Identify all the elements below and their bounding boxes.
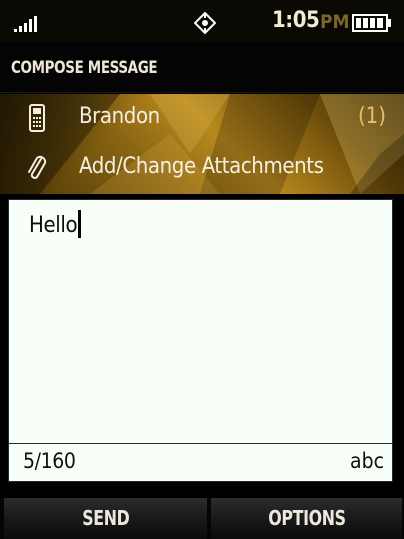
status-bar: 1:05 PM xyxy=(0,0,404,42)
clock-time: 1:05 xyxy=(272,8,320,33)
gps-icon xyxy=(194,12,216,34)
attachments-row[interactable]: Add/Change Attachments xyxy=(0,144,404,190)
recipient-count: (1) xyxy=(357,104,386,129)
send-button[interactable]: SEND xyxy=(4,498,207,539)
battery-icon xyxy=(352,14,391,32)
message-text: Hello xyxy=(29,213,78,238)
text-cursor xyxy=(78,210,82,238)
attachments-label: Add/Change Attachments xyxy=(79,154,324,179)
clock-ampm: PM xyxy=(320,11,350,33)
paperclip-icon xyxy=(28,155,47,179)
title-bar: COMPOSE MESSAGE xyxy=(0,42,404,93)
message-text-container: Hello xyxy=(29,210,82,238)
options-button[interactable]: OPTIONS xyxy=(211,498,402,539)
softkey-bar: SEND OPTIONS xyxy=(0,498,404,539)
send-button-label: SEND xyxy=(81,506,130,530)
page-title: COMPOSE MESSAGE xyxy=(11,58,158,78)
recipient-row[interactable]: Brandon (1) xyxy=(0,94,404,140)
message-header: Brandon (1) Add/Change Attachments xyxy=(0,94,404,194)
message-body-field[interactable]: Hello 5/160 abc xyxy=(8,199,393,482)
signal-icon xyxy=(14,16,37,32)
message-footer: 5/160 abc xyxy=(9,443,392,481)
recipient-name: Brandon xyxy=(79,104,160,129)
input-mode-indicator: abc xyxy=(350,449,384,473)
character-count: 5/160 xyxy=(23,449,76,473)
phone-icon xyxy=(29,104,45,132)
options-button-label: OPTIONS xyxy=(267,506,346,530)
